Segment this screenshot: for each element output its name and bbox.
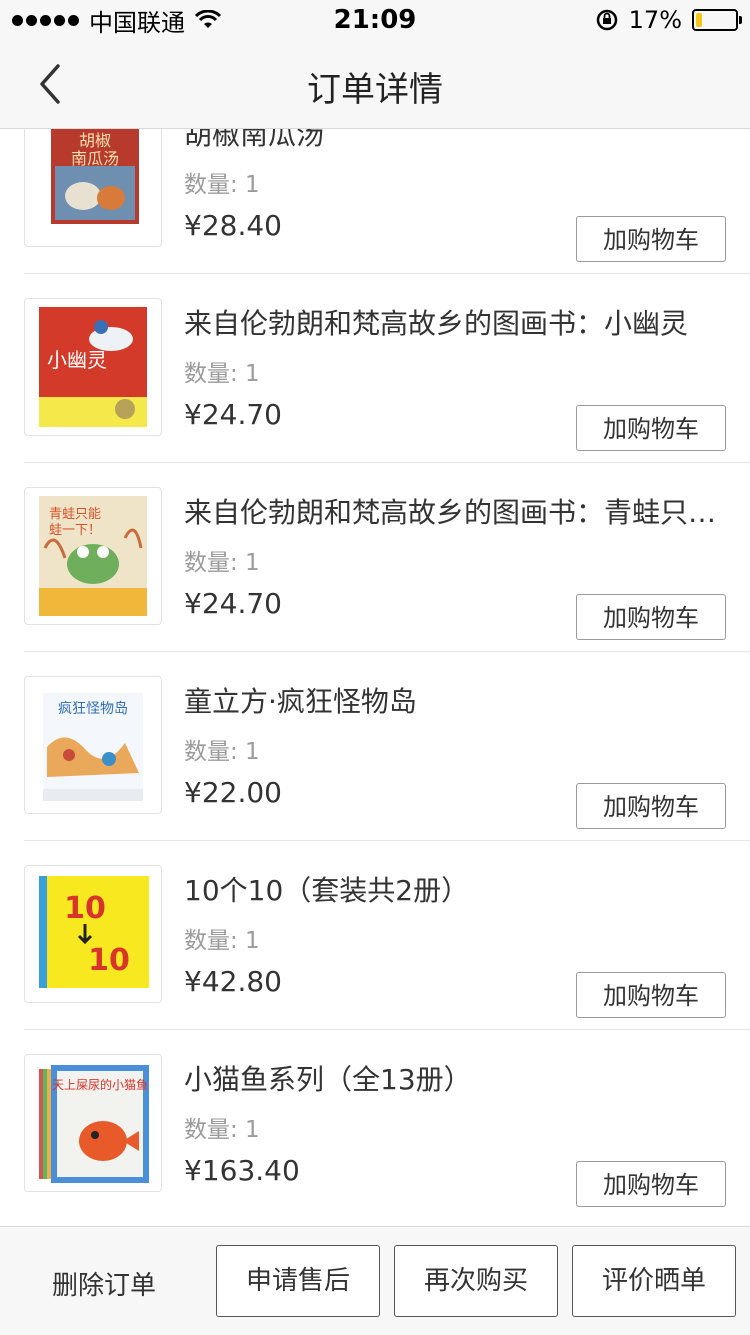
add-to-cart-button[interactable]: 加购物车 [576, 216, 726, 262]
battery-icon [692, 9, 742, 31]
status-bar: 中国联通 21:09 17% [0, 0, 750, 40]
book-cover-image: 胡椒 南瓜汤 [51, 129, 139, 224]
product-quantity: 数量: 1 [184, 928, 260, 954]
product-price: ¥28.40 [184, 209, 282, 242]
cover-title-text: 10 [64, 891, 106, 926]
after-sale-button[interactable]: 申请售后 [216, 1245, 380, 1317]
cover-title-text: 10 [88, 943, 130, 978]
rotation-lock-icon [596, 9, 617, 31]
product-thumbnail[interactable]: 疯狂怪物岛 [24, 676, 162, 814]
order-item: 青蛙只能 蛙一下！ 来自伦勃朗和梵高故乡的图画书：青蛙只… 数量: 1 ¥24.… [0, 463, 750, 652]
cover-title-text: 小幽灵 [47, 348, 107, 372]
product-thumbnail[interactable]: 胡椒 南瓜汤 [24, 129, 162, 247]
product-quantity: 数量: 1 [184, 550, 260, 576]
product-price: ¥24.70 [184, 398, 282, 431]
nav-bar: 订单详情 [0, 40, 750, 129]
bottom-action-bar: 删除订单 申请售后 再次购买 评价晒单 [0, 1226, 750, 1335]
book-cover-image: 10 10 [39, 876, 149, 988]
order-item: 天上屎尿的小猫鱼 小猫鱼系列（全13册） 数量: 1 ¥163.40 加购物车 [0, 1030, 750, 1218]
product-quantity: 数量: 1 [184, 172, 260, 198]
buy-again-button[interactable]: 再次购买 [394, 1245, 558, 1317]
order-item: 疯狂怪物岛 童立方·疯狂怪物岛 数量: 1 ¥22.00 加购物车 [0, 652, 750, 841]
cover-title-text: 南瓜汤 [71, 149, 119, 168]
order-item: 小幽灵 来自伦勃朗和梵高故乡的图画书：小幽灵 数量: 1 ¥24.70 加购物车 [0, 274, 750, 463]
back-button[interactable] [30, 62, 74, 106]
book-cover-image: 小幽灵 [39, 307, 147, 427]
order-item: 胡椒 南瓜汤 胡椒南瓜汤 数量: 1 ¥28.40 加购物车 [0, 129, 750, 274]
cover-title-text: 蛙一下！ [49, 523, 101, 538]
add-to-cart-button[interactable]: 加购物车 [576, 594, 726, 640]
battery-level [696, 13, 702, 27]
battery-percent: 17% [628, 6, 682, 34]
review-button[interactable]: 评价晒单 [572, 1245, 736, 1317]
add-to-cart-button[interactable]: 加购物车 [576, 405, 726, 451]
product-thumbnail[interactable]: 小幽灵 [24, 298, 162, 436]
cover-title-text: 胡椒 [79, 131, 111, 150]
product-quantity: 数量: 1 [184, 1117, 260, 1143]
cover-title-text: 天上屎尿的小猫鱼 [52, 1077, 148, 1092]
page-title: 订单详情 [307, 70, 443, 110]
product-title[interactable]: 童立方·疯狂怪物岛 [184, 680, 724, 720]
add-to-cart-button[interactable]: 加购物车 [576, 783, 726, 829]
product-title[interactable]: 来自伦勃朗和梵高故乡的图画书：小幽灵 [184, 302, 724, 342]
product-price: ¥22.00 [184, 776, 282, 809]
product-thumbnail[interactable]: 青蛙只能 蛙一下！ [24, 487, 162, 625]
order-item: 10 10 10个10（套装共2册） 数量: 1 ¥42.80 加购物车 [0, 841, 750, 1030]
product-title[interactable]: 小猫鱼系列（全13册） [184, 1058, 724, 1098]
product-price: ¥163.40 [184, 1154, 300, 1187]
add-to-cart-button[interactable]: 加购物车 [576, 972, 726, 1018]
product-title[interactable]: 来自伦勃朗和梵高故乡的图画书：青蛙只… [184, 491, 724, 531]
product-quantity: 数量: 1 [184, 739, 260, 765]
product-thumbnail[interactable]: 10 10 [24, 865, 162, 1003]
add-to-cart-button[interactable]: 加购物车 [576, 1161, 726, 1207]
delete-order-button[interactable]: 删除订单 [24, 1265, 184, 1302]
product-price: ¥42.80 [184, 965, 282, 998]
product-quantity: 数量: 1 [184, 361, 260, 387]
book-cover-image: 青蛙只能 蛙一下！ [39, 496, 147, 616]
cover-title-text: 疯狂怪物岛 [58, 701, 128, 717]
book-cover-image: 疯狂怪物岛 [43, 693, 143, 801]
product-title[interactable]: 10个10（套装共2册） [184, 869, 724, 909]
product-thumbnail[interactable]: 天上屎尿的小猫鱼 [24, 1054, 162, 1192]
chevron-left-icon [40, 64, 60, 104]
order-item-list[interactable]: 胡椒 南瓜汤 胡椒南瓜汤 数量: 1 ¥28.40 加购物车 小幽灵 来自伦勃朗… [0, 129, 750, 1218]
cover-title-text: 青蛙只能 [49, 507, 101, 522]
status-right: 17% [595, 5, 742, 35]
product-price: ¥24.70 [184, 587, 282, 620]
product-title[interactable]: 胡椒南瓜汤 [184, 129, 724, 153]
book-cover-image: 天上屎尿的小猫鱼 [39, 1065, 149, 1183]
